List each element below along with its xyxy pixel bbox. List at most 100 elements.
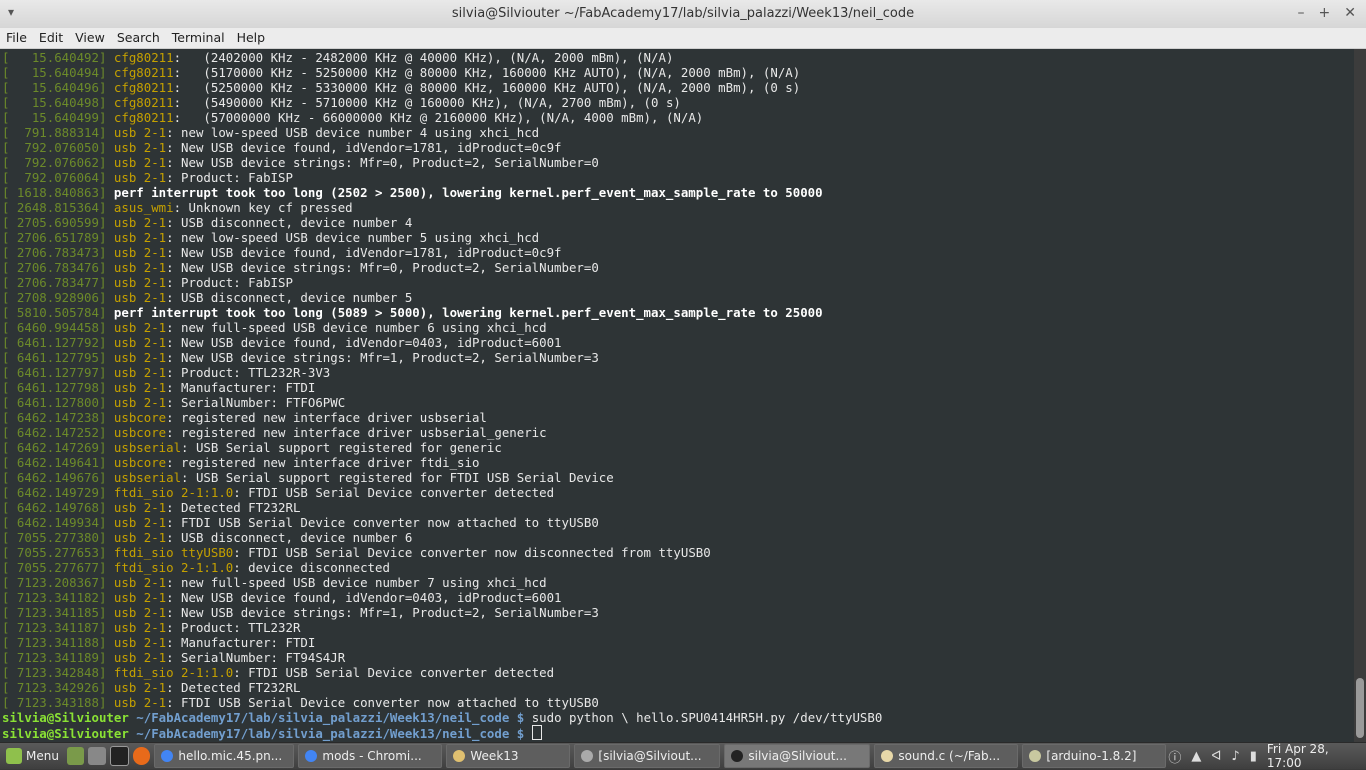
log-timestamp: [ 6462.149934] (2, 515, 107, 530)
taskbar-window-button[interactable]: Week13 (446, 744, 571, 768)
prompt-line: silvia@Silviouter ~/FabAcademy17/lab/sil… (2, 725, 882, 741)
log-source: usb 2-1 (113, 680, 167, 695)
log-message: : New USB device found, idVendor=0403, i… (166, 335, 562, 350)
log-message: : Manufacturer: FTDI (166, 635, 316, 650)
menu-view[interactable]: View (69, 28, 111, 48)
wifi-signal-icon[interactable]: ▲ (1191, 749, 1201, 764)
log-message: : USB Serial support registered for gene… (181, 440, 502, 455)
menu-file[interactable]: File (0, 28, 33, 48)
log-message: : FTDI USB Serial Device converter now a… (166, 695, 599, 710)
taskbar-window-button[interactable]: [silvia@Silviout... (574, 744, 721, 768)
menu-terminal[interactable]: Terminal (166, 28, 231, 48)
scrollbar-thumb[interactable] (1356, 678, 1364, 738)
log-message: : New USB device found, idVendor=1781, i… (166, 245, 562, 260)
start-menu-button[interactable]: Menu (0, 744, 65, 768)
terminal-line: [ 6461.127797] usb 2-1: Product: TTL232R… (2, 365, 882, 380)
terminal-line: [ 2708.928906] usb 2-1: USB disconnect, … (2, 290, 882, 305)
system-tray: ⓘ ▲ ᐊ ♪ ▮ Fri Apr 28, 17:00 (1168, 742, 1366, 770)
log-source: usb 2-1 (113, 515, 167, 530)
log-source: usb 2-1 (113, 125, 167, 140)
minimize-icon[interactable]: – (1298, 5, 1305, 21)
log-source: usbcore (113, 425, 167, 440)
log-message: : New USB device found, idVendor=1781, i… (166, 140, 562, 155)
window-app-icon (881, 750, 894, 762)
taskbar-window-button[interactable]: [arduino-1.8.2] (1022, 744, 1167, 768)
maximize-icon[interactable]: + (1319, 5, 1331, 21)
clock[interactable]: Fri Apr 28, 17:00 (1267, 742, 1360, 770)
terminal-line: [ 2706.783473] usb 2-1: New USB device f… (2, 245, 882, 260)
log-source: usb 2-1 (113, 215, 167, 230)
log-timestamp: [ 7123.342848] (2, 665, 107, 680)
terminal-line: [ 6462.149676] usbserial: USB Serial sup… (2, 470, 882, 485)
log-source: usb 2-1 (113, 320, 167, 335)
terminal-scrollbar[interactable] (1354, 49, 1366, 742)
menu-edit[interactable]: Edit (33, 28, 69, 48)
log-source: usb 2-1 (113, 575, 167, 590)
show-desktop-icon[interactable] (66, 747, 85, 765)
terminal-line: [ 2706.783477] usb 2-1: Product: FabISP (2, 275, 882, 290)
log-message: : registered new interface driver usbser… (166, 425, 547, 440)
log-source: usb 2-1 (113, 365, 167, 380)
log-source: cfg80211 (113, 110, 174, 125)
log-timestamp: [ 6462.147269] (2, 440, 107, 455)
window-titlebar[interactable]: ▾ silvia@Silviouter ~/FabAcademy17/lab/s… (0, 0, 1366, 29)
terminal-output[interactable]: [ 15.640492] cfg80211: (2402000 KHz - 24… (0, 49, 1354, 742)
prompt-line: silvia@Silviouter ~/FabAcademy17/lab/sil… (2, 710, 882, 725)
log-message: : new low-speed USB device number 5 usin… (166, 230, 540, 245)
log-timestamp: [ 7123.343188] (2, 695, 107, 710)
log-timestamp: [ 7123.208367] (2, 575, 107, 590)
update-shield-icon[interactable]: ⓘ (1168, 747, 1181, 766)
terminal-line: [ 7123.343188] usb 2-1: FTDI USB Serial … (2, 695, 882, 710)
menu-help[interactable]: Help (231, 28, 272, 48)
log-timestamp: [ 6462.149729] (2, 485, 107, 500)
log-timestamp: [ 6462.147252] (2, 425, 107, 440)
taskbar-window-button[interactable]: sound.c (~/Fab... (874, 744, 1019, 768)
menu-bar: File Edit View Search Terminal Help (0, 28, 1366, 49)
log-message: : (57000000 KHz - 66000000 KHz @ 2160000… (173, 110, 704, 125)
terminal-line: [ 6462.147269] usbserial: USB Serial sup… (2, 440, 882, 455)
window-title: silvia@Silviouter ~/FabAcademy17/lab/sil… (451, 6, 915, 21)
log-source: usb 2-1 (113, 530, 167, 545)
taskbar-window-button[interactable]: silvia@Silviout... (724, 744, 871, 768)
menu-search[interactable]: Search (111, 28, 166, 48)
log-timestamp: [ 792.076050] (2, 140, 107, 155)
terminal-launcher-icon[interactable] (109, 746, 130, 766)
terminal-lines: [ 15.640492] cfg80211: (2402000 KHz - 24… (2, 50, 882, 741)
taskbar-window-button[interactable]: mods - Chromi... (298, 744, 443, 768)
prompt-path: ~/FabAcademy17/lab/silvia_palazzi/Week13… (136, 726, 510, 741)
log-timestamp: [ 2706.783477] (2, 275, 107, 290)
log-message: : registered new interface driver usbser… (166, 410, 487, 425)
log-timestamp: [ 2706.651789] (2, 230, 107, 245)
prompt-path: ~/FabAcademy17/lab/silvia_palazzi/Week13… (136, 710, 510, 725)
terminal-line: [ 2706.783476] usb 2-1: New USB device s… (2, 260, 882, 275)
log-message: : USB disconnect, device number 5 (166, 290, 413, 305)
log-message: : New USB device strings: Mfr=1, Product… (166, 605, 599, 620)
bluetooth-icon[interactable]: ᐊ (1211, 749, 1221, 764)
terminal-line: [ 2705.690599] usb 2-1: USB disconnect, … (2, 215, 882, 230)
log-source: usb 2-1 (113, 335, 167, 350)
log-source: ftdi_sio 2-1:1.0 (113, 485, 234, 500)
log-source: usb 2-1 (113, 170, 167, 185)
battery-icon[interactable]: ▮ (1250, 749, 1257, 764)
log-message: perf interrupt took too long (2502 > 250… (113, 185, 823, 200)
taskbar-window-button[interactable]: hello.mic.45.pn... (154, 744, 295, 768)
log-timestamp: [ 2648.815364] (2, 200, 107, 215)
log-timestamp: [ 7123.341188] (2, 635, 107, 650)
task-list: hello.mic.45.pn... mods - Chromi... Week13… (152, 744, 1168, 768)
log-message: perf interrupt took too long (5089 > 500… (113, 305, 823, 320)
firefox-launcher-icon[interactable] (133, 747, 151, 765)
terminal-line: [ 6460.994458] usb 2-1: new full-speed U… (2, 320, 882, 335)
log-message: : Product: TTL232R-3V3 (166, 365, 331, 380)
log-timestamp: [ 7123.341182] (2, 590, 107, 605)
log-message: : Product: TTL232R (166, 620, 301, 635)
taskbar-window-label: Week13 (470, 749, 519, 763)
terminal-line: [ 1618.840863] perf interrupt took too l… (2, 185, 882, 200)
volume-icon[interactable]: ♪ (1231, 749, 1239, 764)
terminal-line: [ 6461.127795] usb 2-1: New USB device s… (2, 350, 882, 365)
files-launcher-icon[interactable] (88, 747, 106, 765)
log-timestamp: [ 5810.505784] (2, 305, 107, 320)
log-source: usb 2-1 (113, 620, 167, 635)
terminal-line: [ 6461.127798] usb 2-1: Manufacturer: FT… (2, 380, 882, 395)
close-icon[interactable]: ✕ (1344, 5, 1356, 21)
terminal-line: [ 6462.149729] ftdi_sio 2-1:1.0: FTDI US… (2, 485, 882, 500)
